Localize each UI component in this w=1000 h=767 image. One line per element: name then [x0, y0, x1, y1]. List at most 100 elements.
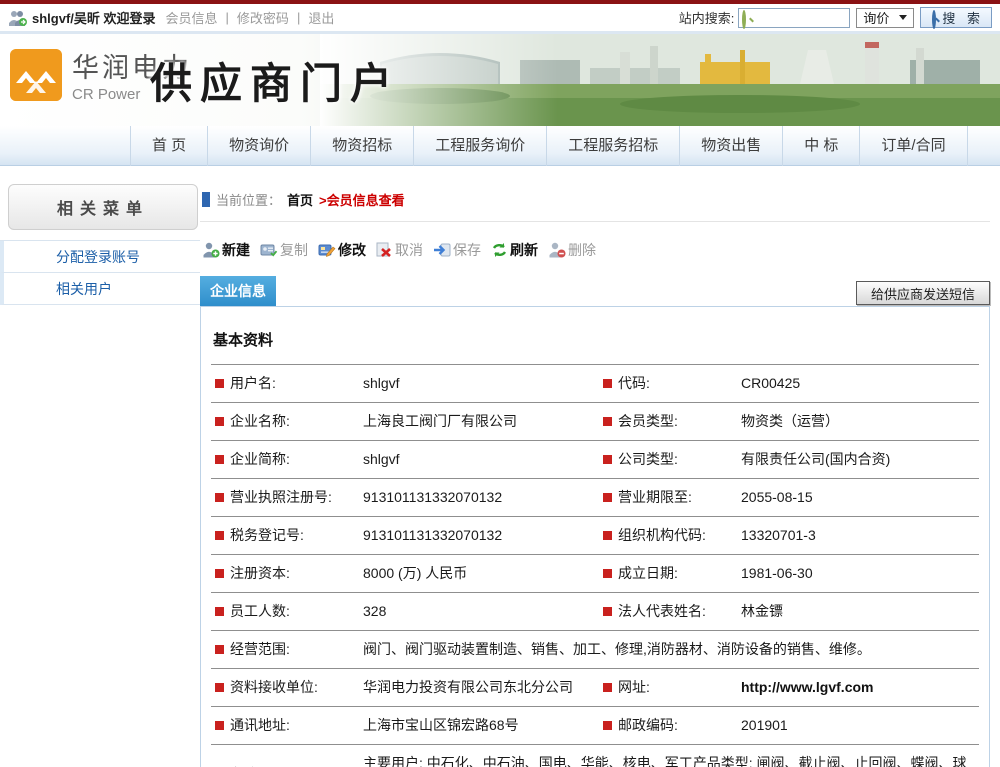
search-button[interactable]: 搜 索 — [920, 7, 992, 28]
table-row: 营业执照注册号: 913101131332070132 营业期限至: 2055-… — [211, 479, 979, 517]
bullet-icon — [215, 417, 224, 426]
field-value: CR00425 — [737, 365, 979, 403]
logged-in-user: shlgvf/吴昕 欢迎登录 — [8, 8, 156, 27]
modify-button[interactable]: 修改 — [318, 240, 366, 260]
field-label: 成立日期: — [618, 565, 678, 581]
table-row: 备注: 主要用户: 中石化、中石油、国电、华能、核电、军工产品类型: 闸阀、截止… — [211, 745, 979, 767]
bullet-icon — [215, 493, 224, 502]
save-arrow-icon — [433, 242, 451, 258]
field-label: 会员类型: — [618, 413, 678, 429]
bullet-icon — [215, 569, 224, 578]
table-row: 企业名称: 上海良工阀门厂有限公司 会员类型: 物资类（运营） — [211, 403, 979, 441]
portal-title: 供应商门户 — [150, 50, 400, 111]
field-label: 用户名: — [230, 375, 276, 391]
sidebar-item-related-users[interactable]: 相关用户 — [0, 273, 200, 305]
nav-material-inquiry[interactable]: 物资询价 — [208, 126, 311, 166]
field-label: 企业简称: — [230, 451, 290, 467]
user-remove-icon — [548, 242, 566, 258]
bullet-icon — [603, 569, 612, 578]
main-content: 当前位置： 首页 >会员信息查看 新建 复制 — [200, 182, 990, 767]
bullet-icon — [215, 379, 224, 388]
main-nav: 首 页 物资询价 物资招标 工程服务询价 工程服务招标 物资出售 中 标 订单/… — [0, 126, 1000, 166]
bullet-icon — [603, 531, 612, 540]
tab-row: 企业信息 给供应商发送短信 — [200, 276, 990, 306]
bullet-icon — [603, 379, 612, 388]
bullet-icon — [215, 721, 224, 730]
field-label: 通讯地址: — [230, 717, 290, 733]
bullet-icon — [215, 531, 224, 540]
field-value: 阀门、阀门驱动装置制造、销售、加工、修理,消防器材、消防设备的销售、维修。 — [359, 631, 979, 669]
breadcrumb-prefix: 当前位置： — [216, 190, 281, 209]
power-plant-photo — [320, 34, 1000, 126]
sidebar-title: 相关菜单 — [8, 184, 198, 230]
search-category-dropdown[interactable]: 询价 — [856, 8, 914, 28]
header-banner: 华润电力 CR Power 供应商门户 — [0, 34, 1000, 126]
site-search-input[interactable] — [757, 10, 847, 26]
user-welcome-text: shlgvf/吴昕 欢迎登录 — [32, 8, 156, 27]
bullet-icon — [603, 721, 612, 730]
nav-service-bidding[interactable]: 工程服务招标 — [547, 126, 680, 166]
save-button[interactable]: 保存 — [433, 240, 481, 260]
field-label: 营业执照注册号: — [230, 489, 332, 505]
field-value: 13320701-3 — [737, 517, 979, 555]
company-info-panel: 基本资料 用户名: shlgvf 代码: CR00425 企业名称: 上海良工阀… — [200, 306, 990, 767]
nav-material-bidding[interactable]: 物资招标 — [311, 126, 414, 166]
field-label: 企业名称: — [230, 413, 290, 429]
member-info-link[interactable]: 会员信息 — [166, 8, 218, 27]
field-label: 公司类型: — [618, 451, 678, 467]
edit-card-icon — [318, 242, 336, 258]
bullet-icon — [603, 455, 612, 464]
user-add-icon — [202, 242, 220, 258]
copy-button[interactable]: 复制 — [260, 240, 308, 260]
table-row: 用户名: shlgvf 代码: CR00425 — [211, 365, 979, 403]
field-value: 上海良工阀门厂有限公司 — [359, 403, 599, 441]
tab-company-info[interactable]: 企业信息 — [200, 276, 276, 306]
nav-home[interactable]: 首 页 — [130, 126, 208, 166]
site-search-box — [738, 8, 850, 28]
website-value: http://www.lgvf.com — [737, 669, 979, 707]
breadcrumb-home[interactable]: 首页 — [287, 190, 313, 209]
field-label: 注册资本: — [230, 565, 290, 581]
nav-orders-contracts[interactable]: 订单/合同 — [860, 126, 967, 166]
bullet-icon — [215, 645, 224, 654]
field-label: 邮政编码: — [618, 717, 678, 733]
new-button[interactable]: 新建 — [202, 240, 250, 260]
field-value: 上海市宝山区锦宏路68号 — [359, 707, 599, 745]
send-sms-button[interactable]: 给供应商发送短信 — [856, 281, 990, 305]
sidebar: 相关菜单 分配登录账号 相关用户 — [0, 182, 200, 767]
sidebar-item-assign-accounts[interactable]: 分配登录账号 — [0, 241, 200, 273]
nav-awarded[interactable]: 中 标 — [783, 126, 860, 166]
field-value: shlgvf — [359, 441, 599, 479]
field-label: 法人代表姓名: — [618, 603, 706, 619]
change-password-link[interactable]: 修改密码 — [237, 8, 289, 27]
copy-card-icon — [260, 242, 278, 258]
users-icon — [8, 10, 28, 26]
field-label: 资料接收单位: — [230, 679, 318, 695]
refresh-button[interactable]: 刷新 — [491, 240, 538, 260]
table-row: 企业简称: shlgvf 公司类型: 有限责任公司(国内合资) — [211, 441, 979, 479]
field-value: 有限责任公司(国内合资) — [737, 441, 979, 479]
field-label: 税务登记号: — [230, 527, 304, 543]
logout-link[interactable]: 退出 — [308, 8, 334, 27]
breadcrumb-marker — [202, 192, 210, 207]
cr-power-logo — [10, 49, 62, 101]
record-toolbar: 新建 复制 修改 取消 — [202, 238, 990, 262]
bullet-icon — [215, 683, 224, 692]
field-label: 代码: — [618, 375, 650, 391]
link-separator: | — [297, 10, 300, 25]
site-search-label: 站内搜索: — [679, 8, 735, 27]
cancel-button[interactable]: 取消 — [376, 240, 423, 260]
nav-service-inquiry[interactable]: 工程服务询价 — [414, 126, 547, 166]
section-title: 基本资料 — [211, 319, 979, 364]
delete-button[interactable]: 删除 — [548, 240, 596, 260]
nav-material-sale[interactable]: 物资出售 — [680, 126, 783, 166]
table-row: 注册资本: 8000 (万) 人民币 成立日期: 1981-06-30 — [211, 555, 979, 593]
search-button-icon — [928, 12, 939, 23]
basic-info-table: 用户名: shlgvf 代码: CR00425 企业名称: 上海良工阀门厂有限公… — [211, 364, 979, 767]
breadcrumb-current: >会员信息查看 — [319, 190, 405, 209]
bullet-icon — [215, 455, 224, 464]
field-label: 网址: — [618, 679, 650, 695]
bullet-icon — [603, 417, 612, 426]
breadcrumb: 当前位置： 首页 >会员信息查看 — [200, 182, 990, 222]
top-bar: shlgvf/吴昕 欢迎登录 会员信息 | 修改密码 | 退出 站内搜索: 询价… — [0, 4, 1000, 34]
